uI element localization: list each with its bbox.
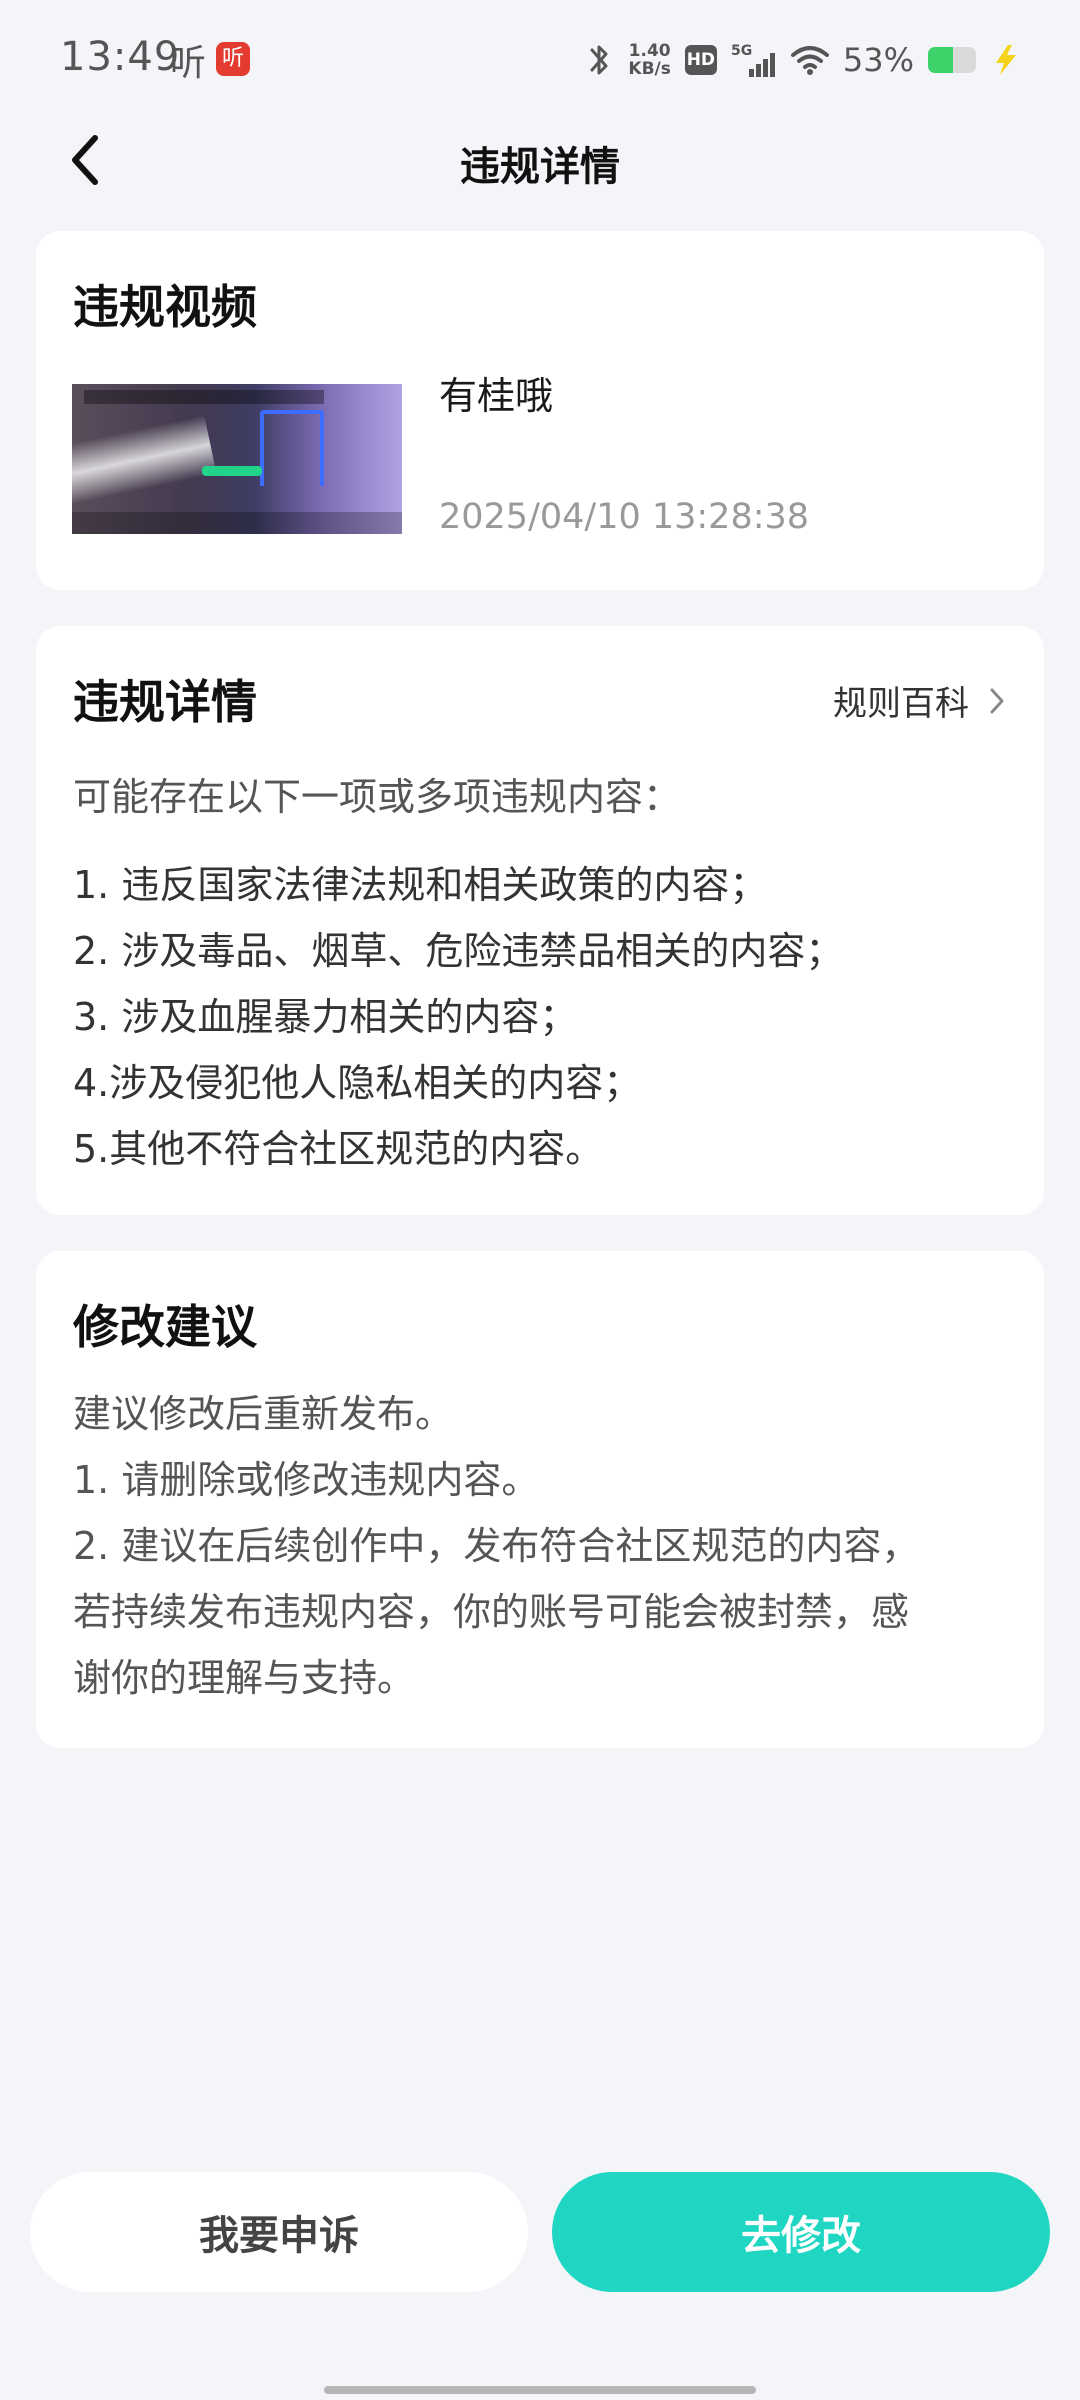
thumbnail-highlight (202, 466, 262, 476)
speed-unit: KB/s (628, 59, 671, 79)
suggestion-line: 谢你的理解与支持。 (73, 1656, 416, 1700)
suggestion-line: 2. 建议在后续创作中，发布符合社区规范的内容， (73, 1524, 920, 1568)
violation-list: 1. 违反国家法律法规和相关政策的内容； 2. 涉及毒品、烟草、危险违禁品相关的… (73, 852, 843, 1182)
home-indicator[interactable] (324, 2386, 756, 2394)
suggestion-text: 建议修改后重新发布。 1. 请删除或修改违规内容。 2. 建议在后续创作中，发布… (73, 1381, 1013, 1711)
rules-encyclopedia-link[interactable]: 规则百科 (833, 676, 1007, 725)
suggestion-line: 若持续发布违规内容，你的账号可能会被封禁，感 (73, 1590, 910, 1634)
bluetooth-icon (590, 45, 608, 75)
appeal-button[interactable]: 我要申诉 (30, 2172, 528, 2292)
detail-intro: 可能存在以下一项或多项违规内容： (73, 775, 682, 819)
header: 违规详情 (0, 120, 1080, 200)
ting-app-icon: 听 (216, 42, 250, 76)
charging-icon (996, 45, 1016, 75)
thumbnail-portal (260, 410, 324, 486)
violation-video-card: 违规视频 有桂哦 2025/04/10 13:28:38 (36, 231, 1044, 590)
wifi-icon (790, 46, 829, 75)
battery-fill (928, 47, 954, 73)
thumbnail-streak (72, 415, 217, 505)
violation-detail-card: 违规详情 规则百科 可能存在以下一项或多项违规内容： 1. 违反国家法律法规和相… (36, 626, 1044, 1215)
ting-label: 听 (170, 43, 207, 84)
violation-item: 2. 涉及毒品、烟草、危险违禁品相关的内容； (73, 929, 844, 973)
video-name: 有桂哦 (439, 374, 554, 418)
thumbnail-hud (84, 390, 324, 404)
page-title: 违规详情 (460, 144, 620, 190)
network-speed: 1.40 KB/s (628, 42, 670, 78)
violation-item: 1. 违反国家法律法规和相关政策的内容； (73, 863, 768, 907)
battery-icon (928, 47, 976, 73)
chevron-right-icon (990, 688, 1004, 713)
battery-percent: 53% (842, 41, 914, 79)
suggestion-line: 建议修改后重新发布。 (73, 1392, 454, 1436)
status-time: 13:49 (60, 34, 181, 80)
status-indicators: 1.40 KB/s HD 5G 53% (586, 38, 1020, 82)
detail-card-title: 违规详情 (73, 675, 257, 729)
network-label: 5G (731, 43, 752, 59)
violation-item: 4.涉及侵犯他人隐私相关的内容； (73, 1061, 642, 1105)
suggestion-line: 1. 请删除或修改违规内容。 (73, 1458, 540, 1502)
suggest-card-title: 修改建议 (73, 1300, 257, 1354)
modification-suggestion-card: 修改建议 建议修改后重新发布。 1. 请删除或修改违规内容。 2. 建议在后续创… (36, 1251, 1044, 1748)
status-bar: 13:49 听 听 1.40 KB/s HD 5G 53% (0, 0, 1080, 120)
video-thumbnail[interactable] (72, 384, 402, 534)
hd-icon: HD (684, 45, 717, 75)
speed-value: 1.40 (628, 41, 671, 61)
rules-link-label: 规则百科 (833, 684, 969, 724)
video-card-title: 违规视频 (73, 280, 257, 334)
violation-item: 3. 涉及血腥暴力相关的内容； (73, 995, 578, 1039)
thumbnail-bottom-bar (72, 512, 402, 534)
signal-5g-icon: 5G (731, 43, 775, 77)
modify-button[interactable]: 去修改 (552, 2172, 1050, 2292)
violation-item: 5.其他不符合社区规范的内容。 (73, 1127, 604, 1171)
video-timestamp: 2025/04/10 13:28:38 (439, 497, 810, 537)
